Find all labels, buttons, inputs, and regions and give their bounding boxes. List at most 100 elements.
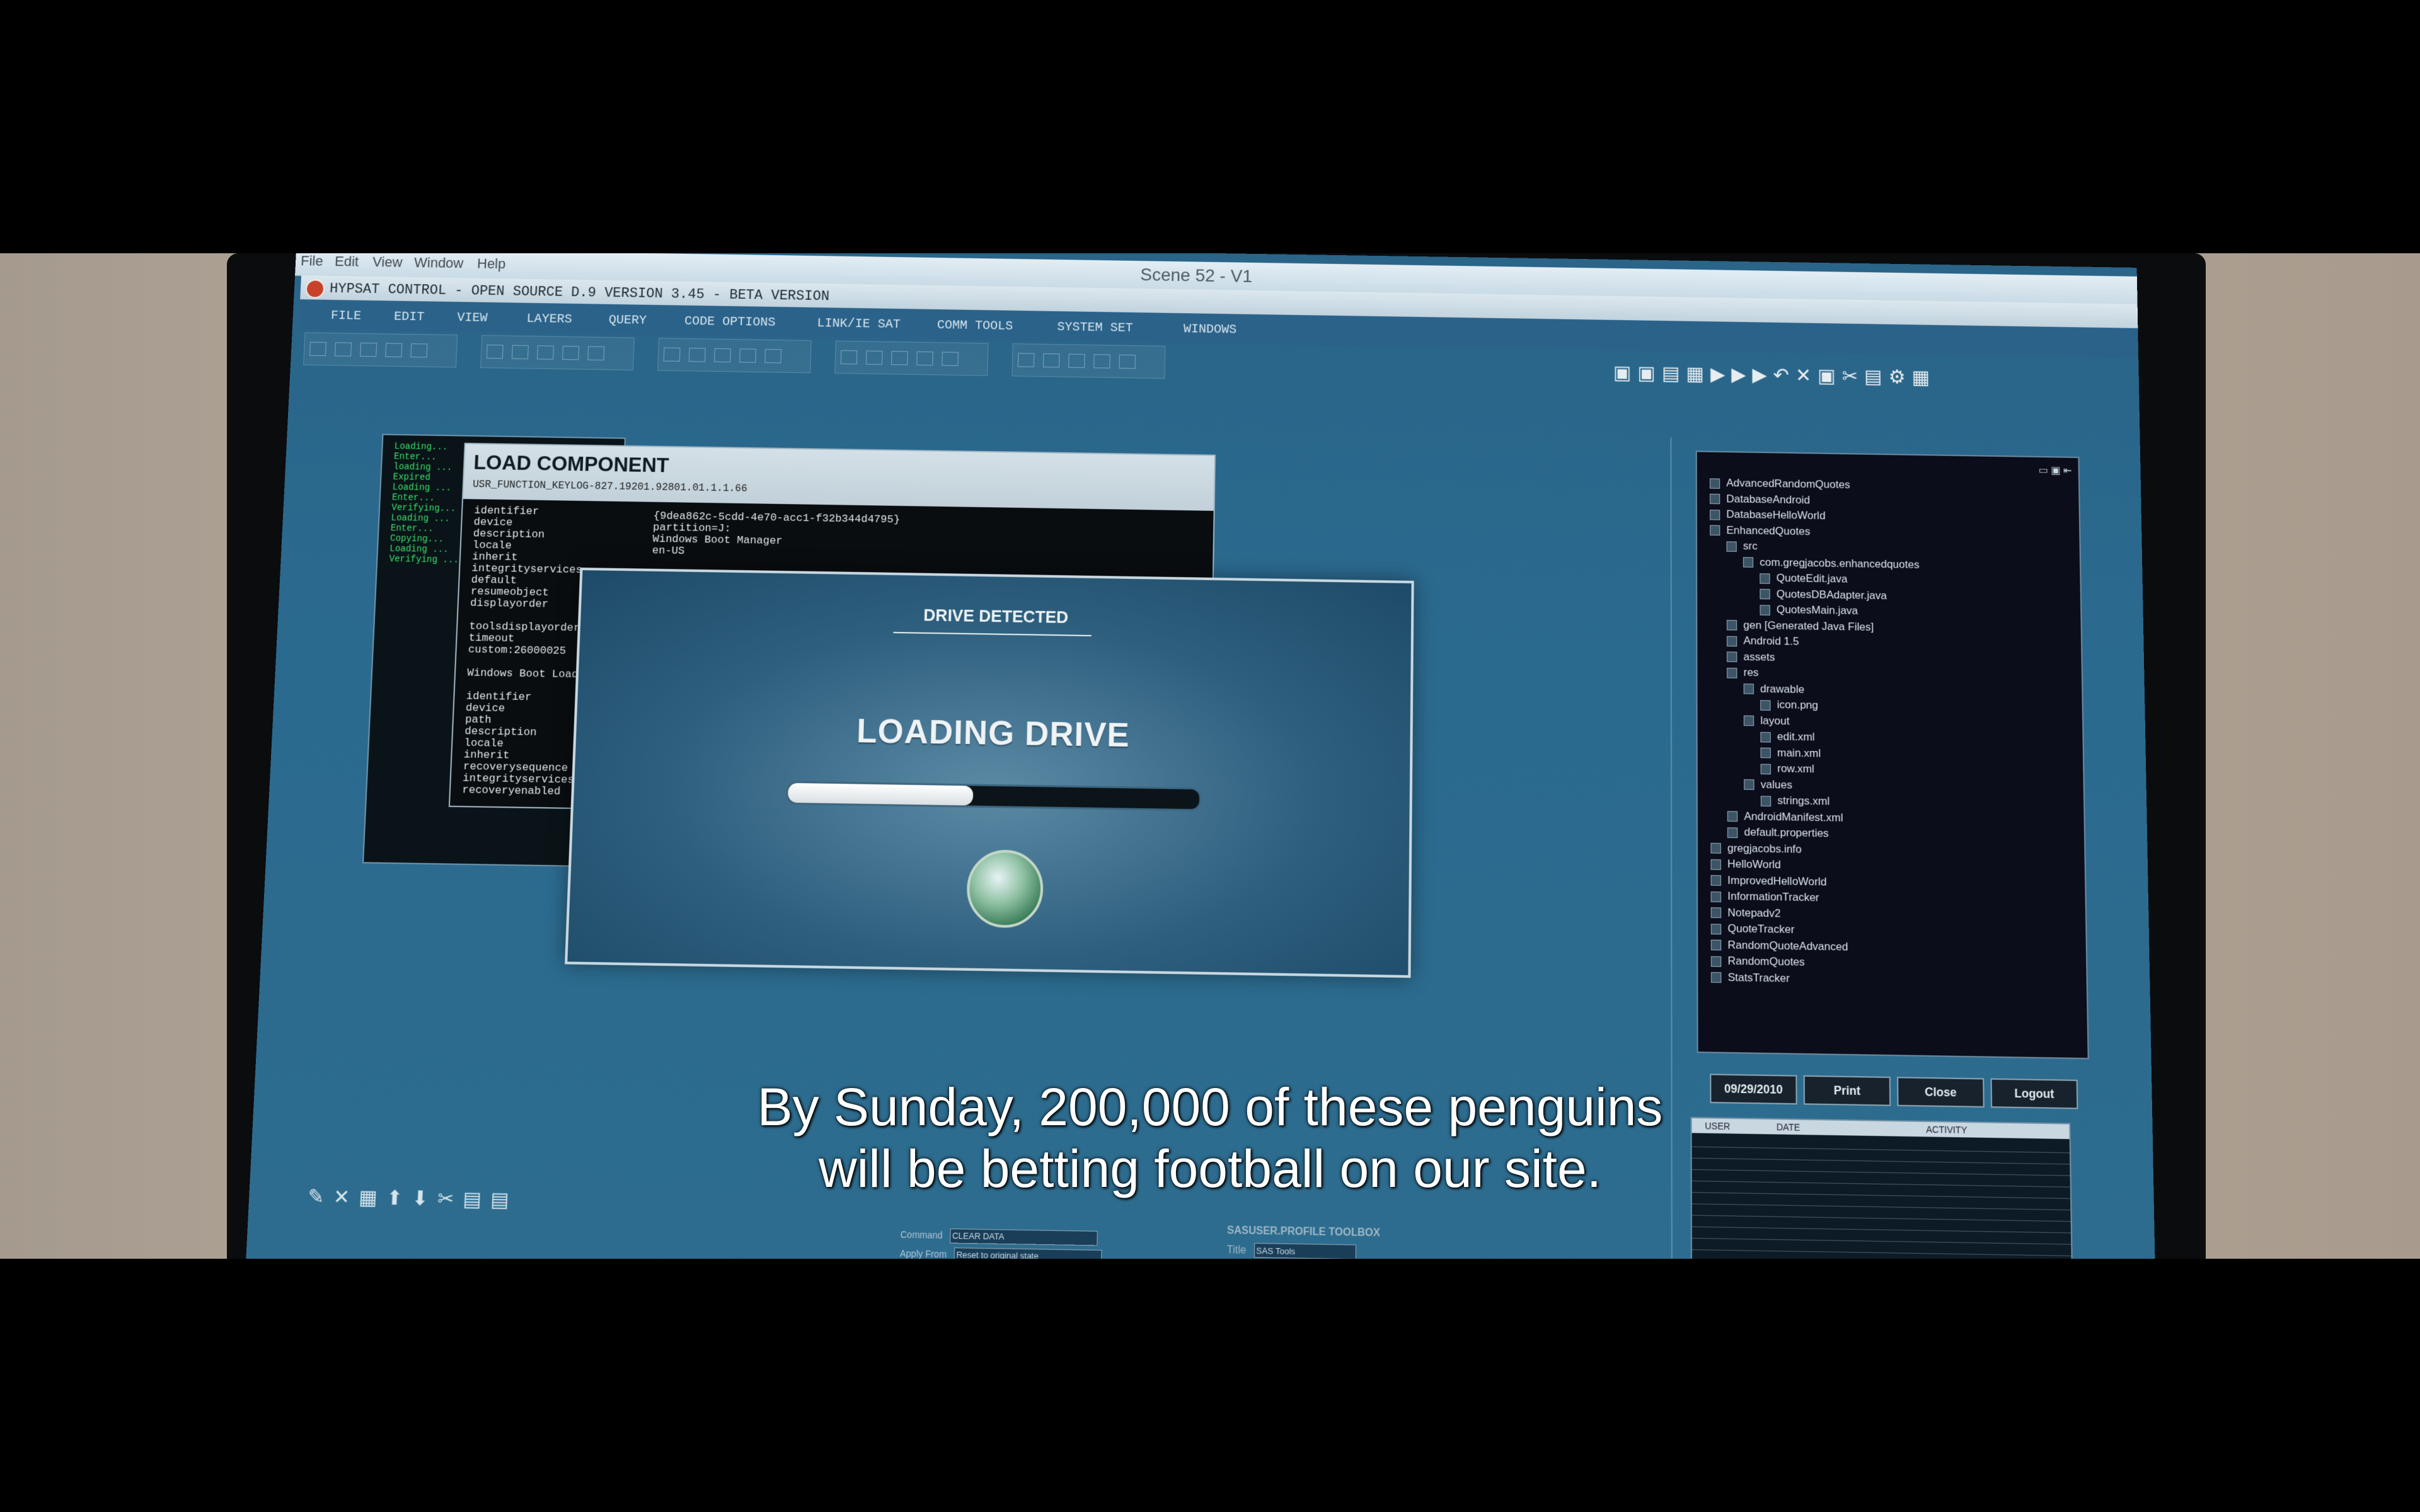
file-icon bbox=[1760, 763, 1771, 774]
toolbox-label: SASUSER.PROFILE TOOLBOX Title bbox=[1226, 1225, 1380, 1259]
project-explorer: ▭ ▣ ⇤ AdvancedRandomQuotes DatabaseAndroi… bbox=[1695, 450, 2089, 1060]
tree-item[interactable]: res bbox=[1710, 664, 1921, 684]
os-menu-edit[interactable]: Edit bbox=[335, 253, 359, 270]
menu-edit[interactable]: EDIT bbox=[394, 310, 425, 325]
tree-item-label: QuoteEdit.java bbox=[1776, 571, 1848, 585]
tree-item-label: row.xml bbox=[1777, 762, 1814, 776]
load-component-values: {9dea862c-5cdd-4e70-acc1-f32b344d4795} p… bbox=[652, 510, 901, 558]
tree-item-label: StatsTracker bbox=[1727, 970, 1790, 985]
folder-icon bbox=[1710, 923, 1722, 934]
toolbar-group[interactable] bbox=[303, 332, 458, 368]
menu-file[interactable]: FILE bbox=[330, 309, 361, 324]
menu-system-set[interactable]: SYSTEM SET bbox=[1057, 320, 1133, 336]
subtitles: By Sunday, 200,000 of these penguins wil… bbox=[0, 1076, 2420, 1200]
drive-dialog: DRIVE DETECTED LOADING DRIVE bbox=[565, 567, 1414, 978]
tree-item-label: QuoteTracker bbox=[1727, 922, 1795, 936]
os-menu-view[interactable]: View bbox=[372, 254, 403, 271]
file-icon bbox=[1760, 795, 1772, 806]
load-component-subtitle: USR_FUNCTION_KEYLOG-827.19201.92801.01.1… bbox=[472, 478, 748, 495]
folder-icon bbox=[1709, 478, 1720, 489]
apply-from-label: Apply From bbox=[899, 1247, 947, 1259]
tree-item-label: RandomQuoteAdvanced bbox=[1727, 938, 1848, 953]
drive-detected-heading: DRIVE DETECTED bbox=[923, 605, 1069, 627]
file-icon bbox=[1760, 588, 1770, 600]
tree-item-label: Notepadv2 bbox=[1727, 906, 1781, 920]
os-menu-file[interactable]: File bbox=[301, 253, 324, 270]
toolbox-title-input[interactable] bbox=[1254, 1242, 1357, 1259]
folder-icon bbox=[1710, 891, 1722, 902]
tree-item-label: AdvancedRandomQuotes bbox=[1726, 476, 1850, 491]
tree-item-label: com.gregjacobs.enhancedquotes bbox=[1760, 556, 1920, 571]
menu-layers[interactable]: LAYERS bbox=[526, 312, 572, 327]
file-icon bbox=[1760, 731, 1771, 743]
explorer-toolbar-icons[interactable]: ▭ ▣ ⇤ bbox=[2038, 464, 2072, 477]
tree-item-label: default.properties bbox=[1744, 825, 1829, 840]
toolbox-title-label: Title bbox=[1226, 1244, 1247, 1256]
tree-item-label: AndroidManifest.xml bbox=[1744, 810, 1843, 824]
tree-item-label: QuotesMain.java bbox=[1776, 603, 1858, 617]
tree-item-label: values bbox=[1760, 777, 1792, 791]
folder-icon bbox=[1710, 956, 1722, 967]
folder-icon bbox=[1743, 684, 1754, 694]
tool-icon-strip[interactable]: ▣▣▤▦▶▶▶↶✕▣✂▤⚙▦ bbox=[1613, 362, 2070, 394]
toolbar-group[interactable] bbox=[657, 338, 812, 374]
project-tree: AdvancedRandomQuotes DatabaseAndroid Datab… bbox=[1709, 475, 1924, 988]
loading-progress-bar bbox=[785, 781, 1202, 811]
tree-item-label: ImprovedHelloWorld bbox=[1727, 873, 1827, 888]
menu-code-options[interactable]: CODE OPTIONS bbox=[684, 314, 776, 330]
folder-icon bbox=[1727, 667, 1737, 679]
tree-item-label: DatabaseAndroid bbox=[1726, 492, 1810, 506]
subtitle-line-1: By Sunday, 200,000 of these penguins bbox=[757, 1077, 1663, 1137]
tree-item-label: strings.xml bbox=[1777, 794, 1830, 808]
apply-from-input[interactable] bbox=[954, 1247, 1102, 1259]
folder-icon bbox=[1710, 493, 1720, 505]
tree-item-label: Android 1.5 bbox=[1743, 634, 1799, 648]
menu-view[interactable]: VIEW bbox=[457, 311, 488, 326]
tree-item-label: HelloWorld bbox=[1727, 857, 1781, 871]
menu-query[interactable]: QUERY bbox=[608, 313, 647, 328]
tree-item-label: EnhancedQuotes bbox=[1726, 524, 1811, 537]
heading-divider bbox=[893, 631, 1092, 637]
console-text: Loading... Enter... loading ... Expired … bbox=[389, 442, 459, 566]
tree-item[interactable]: src bbox=[1710, 538, 1919, 557]
globe-icon bbox=[965, 849, 1044, 929]
folder-icon bbox=[1710, 859, 1721, 870]
file-icon bbox=[1760, 604, 1770, 616]
tree-item-label: assets bbox=[1743, 650, 1775, 663]
load-component-header: LOAD COMPONENT USR_FUNCTION_KEYLOG-827.1… bbox=[463, 444, 1214, 511]
tree-item-label: src bbox=[1743, 539, 1758, 553]
folder-icon bbox=[1710, 509, 1720, 520]
tree-item-label: main.xml bbox=[1777, 746, 1821, 760]
toolbar-group[interactable] bbox=[834, 340, 989, 376]
tree-item-label: gregjacobs.info bbox=[1727, 841, 1802, 856]
app-logo-icon bbox=[305, 279, 325, 299]
menu-comm-tools[interactable]: COMM TOOLS bbox=[937, 318, 1013, 334]
loading-progress-fill bbox=[787, 782, 974, 806]
folder-icon bbox=[1710, 939, 1722, 951]
menu-link-ie-sat[interactable]: LINK/IE SAT bbox=[817, 316, 901, 332]
file-icon bbox=[1710, 842, 1721, 854]
tree-item-label: edit.xml bbox=[1777, 730, 1815, 743]
file-icon bbox=[1727, 811, 1738, 822]
tree-item-label: gen [Generated Java Files] bbox=[1743, 618, 1874, 633]
toolbar-group[interactable] bbox=[1011, 343, 1166, 379]
folder-icon bbox=[1727, 651, 1737, 662]
os-menu-window[interactable]: Window bbox=[414, 255, 464, 272]
subtitle-line-2: will be betting football on our site. bbox=[818, 1139, 1602, 1198]
tree-item-label: RandomQuotes bbox=[1727, 954, 1805, 968]
bottom-form: Command Apply From bbox=[900, 1225, 1103, 1259]
folder-icon bbox=[1743, 715, 1754, 726]
file-icon bbox=[1760, 699, 1771, 711]
folder-icon bbox=[1710, 907, 1722, 919]
menu-windows[interactable]: WINDOWS bbox=[1184, 322, 1237, 337]
tree-item[interactable]: StatsTracker bbox=[1710, 969, 1924, 988]
command-input[interactable] bbox=[950, 1228, 1098, 1246]
tree-item-label: icon.png bbox=[1777, 698, 1819, 712]
toolbar-group[interactable] bbox=[480, 335, 635, 370]
tree-item-label: res bbox=[1743, 666, 1759, 679]
folder-icon bbox=[1710, 875, 1721, 886]
os-menu-help[interactable]: Help bbox=[477, 256, 506, 273]
tree-item-label: QuotesDBAdapter.java bbox=[1776, 587, 1887, 602]
folder-icon bbox=[1710, 525, 1720, 536]
load-component-title: LOAD COMPONENT bbox=[473, 450, 670, 477]
